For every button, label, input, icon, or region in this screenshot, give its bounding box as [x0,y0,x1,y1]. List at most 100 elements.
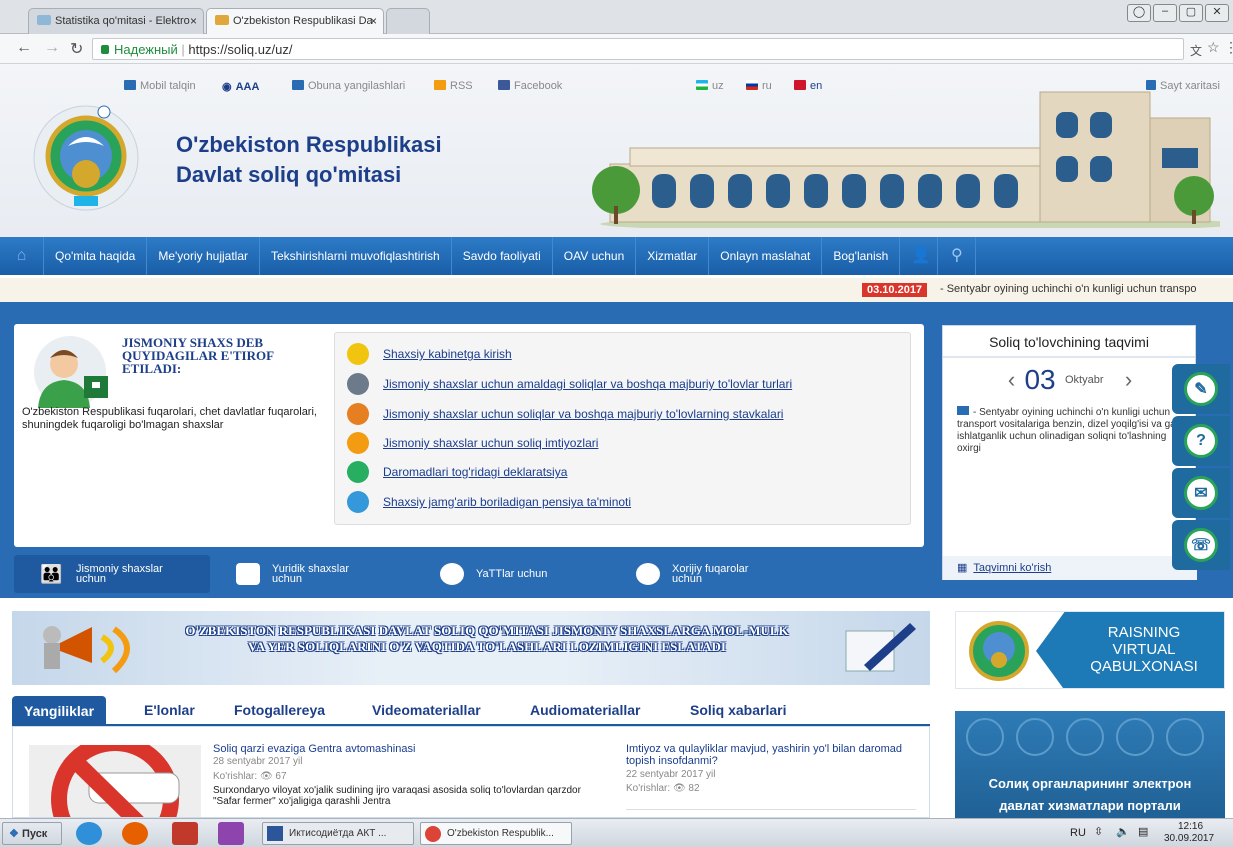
state-emblem-icon[interactable] [8,98,158,218]
news-body-1: Surxondaryo viloyat xo'jalik sudining ij… [213,785,581,807]
accessibility-link[interactable]: ◉ AAA [222,80,259,93]
link-soliq-turlari[interactable]: Jismoniy shaxslar uchun amaldagi soliqla… [347,373,792,395]
close-icon[interactable]: × [370,14,377,28]
tab-fotogallereya[interactable]: Fotogallereya [234,702,325,718]
volume-icon[interactable]: 🔈 [1116,825,1130,838]
user-icon[interactable]: 👤 [900,237,939,275]
nav-item-qomita-haqida[interactable]: Qo'mita haqida [44,237,148,275]
chrome-icon [425,826,441,842]
link-shaxsiy-kabinet[interactable]: Shaxsiy kabinetga kirish [347,343,512,365]
facebook-link[interactable]: Facebook [498,80,562,92]
ticker-text[interactable]: - Sentyabr oyining uchinchi o'n kunligi … [940,283,1220,295]
site-title-line2[interactable]: Davlat soliq qo'mitasi [176,162,401,188]
emblem-icon [969,621,1029,681]
windows-taskbar: ❖ Пуск Иктисодиётда АКТ ... O'zbekiston … [0,818,1233,847]
tax-calendar: Soliq to'lovchining taqvimi ‹ 03 Oktyabr… [942,325,1197,580]
key-icon [347,343,369,365]
individuals-links: Shaxsiy kabinetga kirish Jismoniy shaxsl… [334,332,911,525]
start-button[interactable]: ❖ Пуск [2,822,62,845]
nav-item-tekshirishlar[interactable]: Tekshirishlarni muvofiqlashtirish [260,237,452,275]
contact-button[interactable]: ☏ [1172,520,1230,570]
link-soliq-stavkalari[interactable]: Jismoniy shaxslar uchun soliqlar va bosh… [347,403,783,425]
site-title-line1[interactable]: O'zbekiston Respublikasi [176,132,442,158]
tab-jismoniy-shaxslar[interactable]: 👪 Jismoniy shaxslar uchun [14,555,210,593]
audience-tabs: 👪 Jismoniy shaxslar uchun Yuridik shaxsla… [0,547,940,599]
tab-yangiliklar[interactable]: Yangiliklar [12,696,107,726]
taskbar-word-document[interactable]: Иктисодиётда АКТ ... [262,822,414,845]
tab-elonlar[interactable]: E'lonlar [144,702,195,718]
nav-item-oav-uchun[interactable]: OAV uchun [553,237,637,275]
powerpoint-icon[interactable] [172,822,198,845]
home-icon[interactable]: ⌂ [0,237,44,275]
rss-link[interactable]: RSS [434,80,473,92]
word-icon [267,826,283,841]
tab-yattlar[interactable]: YaTTlar uchun [440,555,547,593]
calendar-day: 03 [1024,364,1056,395]
close-window-icon[interactable]: ✕ [1205,4,1229,22]
link-soliq-imtiyozlari[interactable]: Jismoniy shaxslar uchun soliq imtiyozlar… [347,432,598,454]
user-icon[interactable]: ◯ [1127,4,1151,22]
calendar-nav: ‹ 03 Oktyabr › [943,364,1197,396]
news-title-1[interactable]: Soliq qarzi evaziga Gentra avtomashinasi [213,743,593,755]
address-bar[interactable]: Надежный | https://soliq.uz/uz/ [92,38,1184,60]
clock-date[interactable]: 30.09.2017 [1164,833,1214,844]
view-calendar-link[interactable]: Taqvimni ko'rish [973,562,1051,574]
nav-item-boglanish[interactable]: Bog'lanish [822,237,901,275]
tax-reminder-banner[interactable]: O'ZBEKISTON RESPUBLIKASI DAVLAT SOLIQ QO… [12,611,930,685]
badge-icon [347,432,369,454]
nav-item-meyoriy-hujjatlar[interactable]: Me'yoriy hujjatlar [147,237,260,275]
percent-icon [347,403,369,425]
star-icon[interactable]: ☆ [1207,39,1220,56]
reload-icon[interactable]: ↻ [70,39,83,59]
edit-icon: ✎ [1184,372,1218,406]
help-button[interactable]: ? [1172,416,1230,466]
network-icon[interactable]: ▤ [1138,825,1148,838]
close-icon[interactable]: × [190,14,197,28]
clock-time[interactable]: 12:16 [1178,821,1203,832]
chevron-right-icon[interactable]: › [1125,367,1132,392]
subscribe-icon [292,80,304,90]
news-list: Soliq qarzi evaziga Gentra avtomashinasi… [12,726,930,818]
news-title-2[interactable]: Imtiyoz va qulayliklar mavjud, yashirin … [626,743,916,767]
back-arrow-icon[interactable]: ← [16,39,32,57]
browser-tab-soliq[interactable]: O'zbekiston Respublikasi Da × [206,8,384,34]
people-icon [347,373,369,395]
browser-tab-strip: Statistika qo'mitasi - Elektro × O'zbeki… [0,0,1233,34]
tab-yuridik-shaxslar[interactable]: Yuridik shaxslar uchun [236,555,349,593]
nav-item-savdo-faoliyati[interactable]: Savdo faoliyati [452,237,553,275]
new-tab-button[interactable] [386,8,430,34]
subscribe-link[interactable]: Obuna yangilashlari [292,80,405,92]
browser-tab-statistika[interactable]: Statistika qo'mitasi - Elektro × [28,8,204,34]
maximize-icon[interactable]: ▢ [1179,4,1203,22]
taskbar-chrome-window[interactable]: O'zbekiston Respublik... [420,822,572,845]
link-deklaratsiya[interactable]: Daromadlari tog'ridagi deklaratsiya [347,461,567,483]
link-pensiya[interactable]: Shaxsiy jamg'arib boriladigan pensiya ta… [347,491,631,513]
tray-arrows-icon[interactable]: ⇳ [1094,825,1103,838]
tab-videomateriallar[interactable]: Videomateriallar [372,702,481,718]
site-favicon [37,15,51,25]
search-icon[interactable]: ⚲ [938,237,977,275]
minimize-icon[interactable]: – [1153,4,1177,22]
tab-xorijiy-fuqarolar[interactable]: Xorijiy fuqarolar uchun [636,555,748,593]
mail-button[interactable]: ✉ [1172,468,1230,518]
tab-soliq-xabarlari[interactable]: Soliq xabarlari [690,702,786,718]
no-car-image[interactable] [29,745,201,818]
firefox-icon[interactable] [122,822,148,845]
nav-item-xizmatlar[interactable]: Xizmatlar [636,237,710,275]
calendar-event-text: - Sentyabr oyining uchinchi o'n kunligi … [957,406,1181,454]
virtual-reception-banner[interactable]: RAISNING VIRTUAL QABULXONASI [955,611,1225,689]
nav-item-onlayn-maslahat[interactable]: Onlayn maslahat [709,237,823,275]
question-icon: ? [1184,424,1218,458]
tab-audiomateriallar[interactable]: Audiomateriallar [530,702,640,718]
globe-icon [636,563,660,585]
ie-icon[interactable] [76,822,102,845]
egov-portal-banner[interactable]: Солиқ органларининг электрон давлат хизм… [955,711,1225,818]
forward-arrow-icon[interactable]: → [44,39,60,57]
menu-dots-icon[interactable]: ⋮ [1224,39,1233,56]
translate-icon[interactable]: 文 [1190,42,1202,59]
app-icon[interactable] [218,822,244,845]
chevron-left-icon[interactable]: ‹ [1008,367,1015,392]
mobile-link[interactable]: Mobil talqin [124,80,196,92]
input-language[interactable]: RU [1070,827,1086,839]
edit-button[interactable]: ✎ [1172,364,1230,414]
